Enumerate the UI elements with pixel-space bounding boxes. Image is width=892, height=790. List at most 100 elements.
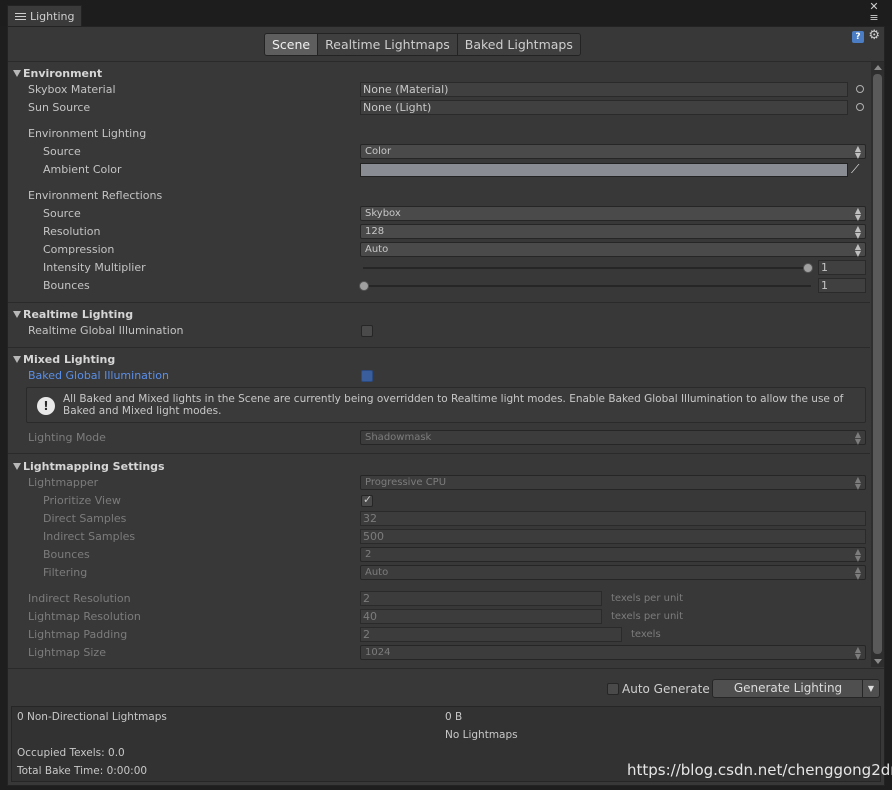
scroll-down-arrow-icon[interactable] (874, 659, 882, 664)
env-source-dropdown[interactable]: Color ▲ ▼ (360, 144, 866, 160)
dropdown-arrows-icon: ▲ ▼ (854, 206, 861, 222)
lighting-tab-icon (15, 12, 26, 21)
prioritize-view-checkbox[interactable] (361, 493, 373, 507)
dropdown-arrows-icon: ▲ ▼ (854, 475, 861, 491)
auto-generate-toggle[interactable]: Auto Generate (607, 681, 710, 697)
window-tab-bar: Lighting ✕ ≡ (0, 0, 892, 26)
resolution-row: Resolution 128 ▲ ▼ (8, 223, 870, 241)
lm-bounces-row: Bounces 2 ▲ ▼ (8, 546, 870, 564)
section-divider (8, 347, 870, 348)
compression-row: Compression Auto ▲ ▼ (8, 241, 870, 259)
vertical-scrollbar[interactable] (871, 62, 884, 667)
direct-samples-row: Direct Samples 32 (8, 510, 870, 528)
lighting-mode-tabs: Scene Realtime Lightmaps Baked Lightmaps (264, 33, 581, 56)
prioritize-view-row: Prioritize View (8, 492, 870, 510)
total-bake-time: Total Bake Time: 0:00:00 (17, 765, 148, 777)
no-lightmaps-label: No Lightmaps (445, 729, 518, 741)
lighting-mode-dropdown[interactable]: Shadowmask ▲ ▼ (360, 430, 866, 446)
direct-samples-field[interactable]: 32 (360, 511, 866, 526)
environment-reflections-label-row: Environment Reflections (28, 189, 163, 202)
ambient-color-row: Ambient Color ⟋ (8, 161, 870, 179)
lightmapper-row: Lightmapper Progressive CPU ▲ ▼ (8, 474, 870, 492)
help-icon[interactable]: ? (852, 31, 864, 43)
indirect-resolution-row: Indirect Resolution 2 texels per unit (28, 591, 683, 606)
compression-dropdown[interactable]: Auto ▲ ▼ (360, 242, 866, 258)
realtime-gi-row: Realtime Global Illumination (8, 322, 870, 340)
intensity-slider-knob[interactable] (803, 263, 813, 273)
bounces-slider-track[interactable] (363, 285, 811, 287)
lighting-mode-row: Lighting Mode Shadowmask ▲ ▼ (8, 429, 870, 447)
foldout-arrow-icon[interactable] (13, 311, 21, 318)
lightmapper-dropdown[interactable]: Progressive CPU ▲ ▼ (360, 475, 866, 491)
window-controls: ✕ ≡ (866, 1, 882, 23)
lightmap-padding-field[interactable]: 2 (360, 627, 622, 642)
lightmap-count: 0 Non-Directional Lightmaps (17, 711, 167, 723)
lighting-panel: Scene Realtime Lightmaps Baked Lightmaps… (7, 26, 885, 786)
indirect-samples-field[interactable]: 500 (360, 529, 866, 544)
watermark: https://blog.csdn.net/chenggong2dm (627, 761, 892, 779)
refl-source-dropdown[interactable]: Skybox ▲ ▼ (360, 206, 866, 222)
intensity-row: Intensity Multiplier 1 (8, 259, 870, 277)
sun-source-field[interactable]: None (Light) (360, 100, 848, 115)
chevron-down-icon[interactable]: ▼ (862, 680, 879, 697)
footer-divider (8, 668, 884, 669)
env-source-row: Source Color ▲ ▼ (8, 143, 870, 161)
lightmap-size-row: Lightmap Size 1024 ▲ ▼ (8, 644, 870, 662)
scrollbar-thumb[interactable] (873, 74, 882, 654)
tab-realtime-lightmaps[interactable]: Realtime Lightmaps (318, 34, 458, 55)
tab-menu-icon[interactable]: ≡ (866, 12, 882, 23)
dropdown-arrows-icon: ▲ ▼ (854, 430, 861, 446)
baked-gi-row: Baked Global Illumination (8, 367, 870, 385)
filtering-row: Filtering Auto ▲ ▼ (8, 564, 870, 582)
lightmap-size-dropdown[interactable]: 1024 ▲ ▼ (360, 645, 866, 661)
warning-icon: ! (37, 397, 55, 415)
lightmap-padding-row: Lightmap Padding 2 texels (28, 627, 661, 642)
indirect-resolution-field[interactable]: 2 (360, 591, 602, 606)
foldout-arrow-icon[interactable] (13, 356, 21, 363)
dropdown-arrows-icon: ▲ ▼ (854, 224, 861, 240)
lightmap-resolution-row: Lightmap Resolution 40 texels per unit (28, 609, 683, 624)
lm-bounces-dropdown[interactable]: 2 ▲ ▼ (360, 547, 866, 563)
lighting-window-tab[interactable]: Lighting (7, 5, 82, 26)
skybox-material-row: Skybox Material None (Material) (8, 81, 870, 99)
warning-helpbox: ! All Baked and Mixed lights in the Scen… (26, 387, 866, 423)
refl-source-row: Source Skybox ▲ ▼ (8, 205, 870, 223)
dropdown-arrows-icon: ▲ ▼ (854, 144, 861, 160)
environment-lighting-label-row: Environment Lighting (28, 127, 147, 140)
generate-lighting-button[interactable]: Generate Lighting ▼ (712, 679, 880, 698)
dropdown-arrows-icon: ▲ ▼ (854, 547, 861, 563)
settings-scroll-area: Environment Skybox Material None (Materi… (8, 62, 870, 667)
skybox-material-field[interactable]: None (Material) (360, 82, 848, 97)
tab-scene[interactable]: Scene (265, 34, 319, 55)
lightmap-size: 0 B (445, 711, 463, 723)
ambient-color-swatch[interactable] (360, 163, 848, 177)
bounces-slider-knob[interactable] (359, 281, 369, 291)
bounces-value-field[interactable]: 1 (818, 278, 866, 293)
baked-gi-checkbox[interactable] (361, 370, 373, 382)
section-divider (8, 453, 870, 454)
sun-source-row: Sun Source None (Light) (8, 99, 870, 117)
auto-generate-checkbox[interactable] (607, 683, 619, 695)
foldout-arrow-icon[interactable] (13, 70, 21, 77)
dropdown-arrows-icon: ▲ ▼ (854, 565, 861, 581)
object-picker-icon[interactable] (856, 103, 864, 111)
gear-icon[interactable]: ⚙ (868, 28, 880, 43)
section-divider (8, 302, 870, 303)
scroll-up-arrow-icon[interactable] (874, 65, 882, 70)
filtering-dropdown[interactable]: Auto ▲ ▼ (360, 565, 866, 581)
dropdown-arrows-icon: ▲ ▼ (854, 645, 861, 661)
resolution-dropdown[interactable]: 128 ▲ ▼ (360, 224, 866, 240)
indirect-samples-row: Indirect Samples 500 (8, 528, 870, 546)
intensity-slider-track[interactable] (363, 267, 811, 269)
intensity-value-field[interactable]: 1 (818, 260, 866, 275)
lightmap-resolution-field[interactable]: 40 (360, 609, 602, 624)
foldout-arrow-icon[interactable] (13, 463, 21, 470)
object-picker-icon[interactable] (856, 85, 864, 93)
tab-baked-lightmaps[interactable]: Baked Lightmaps (457, 34, 580, 55)
realtime-gi-checkbox[interactable] (361, 325, 373, 337)
dropdown-arrows-icon: ▲ ▼ (854, 242, 861, 258)
window-tab-title: Lighting (30, 9, 75, 23)
refl-bounces-row: Bounces 1 (8, 277, 870, 295)
occupied-texels: Occupied Texels: 0.0 (17, 747, 125, 759)
eyedropper-icon[interactable]: ⟋ (851, 162, 865, 176)
